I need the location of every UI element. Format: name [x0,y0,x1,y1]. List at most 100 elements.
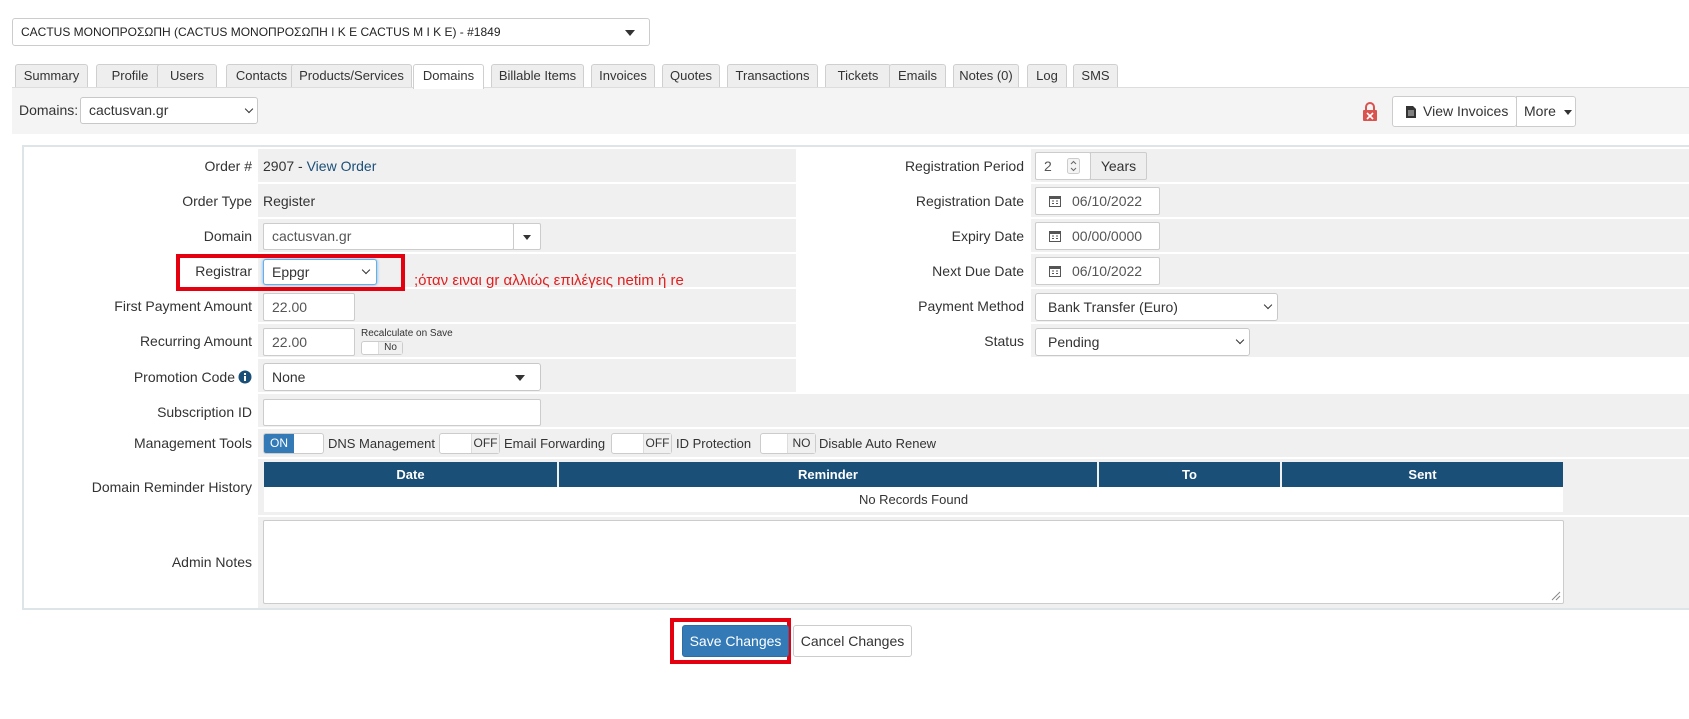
first-payment-input[interactable]: 22.00 [263,293,355,321]
registration-period-value: 2 [1044,158,1052,174]
tab-users[interactable]: Users [157,64,217,88]
payment-method-select[interactable]: Bank Transfer (Euro) [1035,293,1278,321]
view-order-link[interactable]: View Order [307,158,377,174]
next-due-date-value: 06/10/2022 [1072,263,1143,279]
domain-dropdown-button[interactable] [513,223,541,250]
reminder-col-reminder[interactable]: Reminder [559,462,1097,487]
tab-log[interactable]: Log [1027,64,1067,88]
more-button[interactable]: More [1516,96,1576,127]
save-changes-button[interactable]: Save Changes [682,625,789,657]
registration-date-input[interactable]: 06/10/2022 [1035,187,1160,215]
expiry-date-label: Expiry Date [951,228,1024,244]
view-invoices-button[interactable]: View Invoices [1392,96,1517,127]
order-number-value: 2907 - View Order [263,158,377,174]
chevron-down-icon [244,104,254,114]
caret-down-icon [625,30,635,36]
status-select[interactable]: Pending [1035,328,1250,356]
email-forwarding-label: Email Forwarding [504,436,606,451]
tab-profile[interactable]: Profile [96,64,164,88]
reminder-empty-row: No Records Found [264,487,1563,512]
domain-label: Domain [203,228,252,244]
recurring-amount-label: Recurring Amount [139,333,252,349]
status-value: Pending [1048,334,1100,350]
first-payment-value: 22.00 [272,299,308,315]
registration-period-label: Registration Period [904,158,1024,174]
calendar-icon [1049,266,1061,277]
promotion-code-value: None [272,369,306,385]
order-type-label: Order Type [182,193,252,209]
admin-notes-label: Admin Notes [171,554,252,570]
number-stepper-icon[interactable] [1067,158,1080,174]
client-select[interactable]: CACTUS ΜΟΝΟΠΡΟΣΩΠΗ (CACTUS ΜΟΝΟΠΡΟΣΩΠΗ Ι… [12,18,650,46]
view-invoices-label: View Invoices [1423,103,1509,119]
tab-tickets[interactable]: Tickets [825,64,891,88]
promotion-code-select[interactable]: None [263,363,541,391]
domain-input[interactable]: cactusvan.gr [263,223,514,250]
registration-period-unit: Years [1090,152,1147,180]
payment-method-label: Payment Method [918,298,1024,314]
tab-sms[interactable]: SMS [1073,64,1118,88]
next-due-date-input[interactable]: 06/10/2022 [1035,257,1160,285]
subscription-id-input[interactable] [263,399,541,426]
recurring-amount-input[interactable]: 22.00 [263,328,355,356]
dns-management-label: DNS Management [328,436,435,451]
email-forwarding-toggle[interactable]: OFF [439,433,500,454]
more-label: More [1524,103,1556,119]
document-icon [1406,106,1416,118]
tab-emails[interactable]: Emails [889,64,946,88]
caret-down-icon [523,235,531,240]
registration-period-input[interactable]: 2 [1035,152,1091,180]
caret-down-icon [515,375,525,381]
management-tools-label: Management Tools [133,435,252,451]
disable-auto-renew-state: NO [787,434,815,453]
expiry-date-input[interactable]: 00/00/0000 [1035,222,1160,250]
dns-management-state: ON [264,434,294,453]
calendar-icon [1049,196,1061,207]
order-type-value: Register [263,193,316,209]
email-forwarding-state: OFF [471,434,499,453]
reminder-col-date[interactable]: Date [264,462,557,487]
info-icon[interactable] [238,370,252,384]
reminder-history-label: Domain Reminder History [91,479,252,495]
status-label: Status [984,333,1024,349]
domain-toolbar: Domains: cactusvan.gr View Invoices More [12,88,1689,134]
tab-quotes[interactable]: Quotes [662,64,720,88]
admin-notes-textarea[interactable] [263,520,1564,604]
recalculate-toggle-state: No [378,342,402,354]
domain-input-value: cactusvan.gr [272,228,352,244]
expiry-date-value: 00/00/0000 [1072,228,1143,244]
tab-summary[interactable]: Summary [15,64,88,88]
tab-contacts[interactable]: Contacts [226,64,297,88]
tab-billable-items[interactable]: Billable Items [491,64,584,88]
disable-auto-renew-toggle[interactable]: NO [760,433,816,454]
dns-management-toggle[interactable]: ON [263,433,324,454]
tab-notes[interactable]: Notes (0) [953,64,1019,88]
calendar-icon [1049,231,1061,242]
domain-select-value: cactusvan.gr [89,102,169,118]
tab-products-services[interactable]: Products/Services [291,64,412,88]
order-number-label: Order # [204,158,252,174]
id-protection-state: OFF [643,434,671,453]
domain-select[interactable]: cactusvan.gr [80,97,258,124]
caret-down-icon [1564,110,1572,115]
disable-auto-renew-label: Disable Auto Renew [819,436,937,451]
reminder-col-sent[interactable]: Sent [1282,462,1563,487]
resize-handle-icon[interactable] [1551,591,1561,601]
reminder-col-to[interactable]: To [1099,462,1280,487]
id-protection-label: ID Protection [676,436,752,451]
subscription-id-label: Subscription ID [157,404,252,420]
id-protection-toggle[interactable]: OFF [611,433,672,454]
cancel-changes-button[interactable]: Cancel Changes [793,625,912,657]
payment-method-value: Bank Transfer (Euro) [1048,299,1178,315]
tab-domains[interactable]: Domains [413,64,484,89]
registrar-annotation: ;όταν ειναι gr αλλιώς επιλέγεις netim ή … [414,272,684,289]
registrar-highlight [176,254,405,291]
tab-invoices[interactable]: Invoices [591,64,655,88]
first-payment-label: First Payment Amount [114,298,252,314]
chevron-down-icon [1263,300,1273,310]
domains-label: Domains: [19,102,79,118]
lock-icon[interactable] [1362,102,1378,122]
tab-transactions[interactable]: Transactions [727,64,818,88]
chevron-down-icon [1235,335,1245,345]
recalculate-toggle[interactable]: No [361,341,403,355]
